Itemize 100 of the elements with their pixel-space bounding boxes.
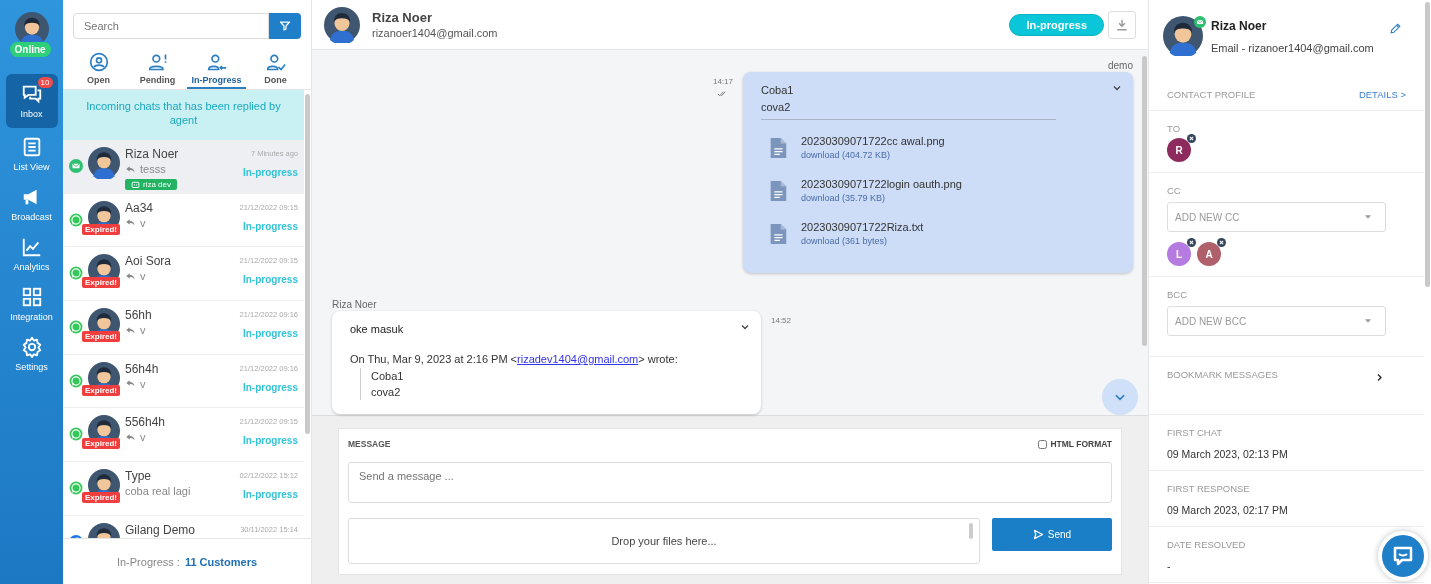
message-time: 14:17 (712, 77, 733, 86)
whatsapp-icon (69, 212, 83, 227)
section-label: TO (1167, 123, 1182, 134)
message-preview: tesss (140, 163, 166, 175)
chat-bubbles-icon (20, 83, 43, 105)
section-label: CONTACT PROFILE (1167, 89, 1256, 100)
robot-icon (131, 180, 140, 189)
file-name: 20230309071722cc awal.png (801, 135, 945, 147)
message-preview: v (140, 270, 146, 283)
status-label: In-progress (242, 435, 298, 447)
message-text: cova2 (761, 100, 792, 115)
section-label: DATE RESOLVED (1167, 539, 1247, 550)
person-check-icon (265, 52, 286, 72)
contact-name: Aoi Sora (125, 254, 173, 269)
envelope-icon (69, 159, 83, 173)
nav-item[interactable]: 10 Inbox (5, 74, 58, 128)
download-link[interactable]: download (404.72 KB) (801, 150, 945, 160)
download-link[interactable]: download (35.79 KB) (801, 193, 962, 203)
close-icon (1219, 240, 1224, 245)
envelope-icon (1194, 16, 1206, 28)
send-button[interactable]: Send (992, 518, 1112, 551)
status-badge: Online (9, 42, 51, 57)
email-link[interactable]: rizadev1404@gmail.com (517, 353, 639, 365)
field-value: 09 March 2023, 02:13 PM (1167, 448, 1289, 460)
line-chart-icon (20, 236, 43, 258)
status-tab[interactable]: Open (69, 48, 128, 89)
message-field[interactable]: Send a message ... (348, 462, 1112, 503)
message-preview: coba real lagi (125, 485, 191, 498)
send-icon (1032, 529, 1044, 540)
expired-badge: Expired! (82, 223, 120, 235)
status-label: In-progress (242, 274, 298, 286)
nav-item[interactable]: Integration (5, 280, 58, 328)
whatsapp-icon (69, 481, 83, 496)
scrollbar[interactable] (305, 94, 310, 434)
details-link[interactable]: DETAILS > (1358, 89, 1406, 100)
grid-icon (20, 286, 43, 308)
quoted-text: Coba1 (371, 369, 405, 384)
status-label: In-progress (242, 220, 298, 232)
status-tab[interactable]: Done (246, 48, 305, 89)
remove-button[interactable] (1187, 238, 1196, 247)
remove-button[interactable] (1187, 134, 1196, 143)
contact-name: Aa34 (125, 200, 155, 215)
file-dropzone[interactable]: Drop your files here... (348, 518, 980, 564)
expired-badge: Expired! (82, 438, 120, 450)
file-name: 20230309071722Riza.txt (801, 221, 924, 233)
contact-name: 56h4h (125, 361, 160, 376)
status-label: In-progress (242, 489, 298, 501)
pencil-icon[interactable] (1389, 22, 1402, 35)
nav-item[interactable]: Analytics (5, 230, 58, 278)
remove-button[interactable] (1217, 238, 1226, 247)
section-label: FIRST RESPONSE (1167, 483, 1251, 494)
message-preview: v (140, 431, 146, 444)
search-field[interactable]: Search (73, 13, 269, 39)
contact-email: Email - rizanoer1404@gmail.com (1211, 42, 1375, 54)
filter-button[interactable] (269, 13, 301, 39)
message-preview: v (140, 216, 146, 229)
customer-count: 11 Customers (184, 555, 258, 568)
download-link[interactable]: download (361 bytes) (801, 236, 924, 246)
status-tab[interactable]: Pending (128, 48, 187, 89)
settings-icon (20, 336, 43, 358)
filter-icon (279, 20, 291, 32)
info-banner: Incoming chats that has been replied by agent (63, 90, 304, 140)
nav-item[interactable]: List View (5, 130, 58, 178)
contact-name: Riza Noer (372, 10, 433, 25)
footer-label: In-Progress : (116, 555, 180, 568)
whatsapp-icon (69, 427, 83, 442)
expired-badge: Expired! (82, 331, 120, 343)
whatsapp-icon (69, 266, 83, 281)
html-format-checkbox[interactable] (1038, 439, 1048, 449)
avatar (88, 147, 120, 179)
scrollbar[interactable] (1142, 56, 1147, 346)
nav-item[interactable]: Settings (5, 330, 58, 378)
count-badge: 10 (37, 77, 53, 88)
contact-name: Riza Noer (1211, 19, 1268, 33)
message-preview: v (140, 377, 146, 390)
status-label: In-progress (243, 167, 298, 178)
contact-name: 556h4h (125, 415, 167, 430)
expired-badge: Expired! (82, 492, 120, 504)
chevron-right-icon (1375, 373, 1384, 382)
field-label: MESSAGE (348, 439, 391, 449)
checkbox-label: HTML FORMAT (1050, 439, 1112, 449)
avatar (324, 6, 360, 43)
chat-bubble-icon (1391, 544, 1415, 568)
agent-tag: riza dev (125, 179, 177, 190)
person-alert-icon (147, 52, 168, 72)
contact-name: Type (125, 469, 152, 484)
whatsapp-icon (69, 373, 83, 388)
quote-header: On Thu, Mar 9, 2023 at 2:16 PM <rizadev1404@gmail.com> wrote: (350, 353, 679, 365)
message-text: Coba1 (761, 83, 795, 98)
nav-item[interactable]: Broadcast (5, 180, 58, 228)
status-label: In-progress (242, 328, 298, 340)
download-icon (1115, 17, 1129, 32)
section-label: CC (1167, 185, 1182, 196)
field-value: 09 March 2023, 02:17 PM (1167, 504, 1289, 516)
sender-name: Riza Noer (332, 299, 378, 310)
sender-name: demo (1108, 60, 1133, 71)
scrollbar[interactable] (1425, 2, 1430, 287)
whatsapp-icon (69, 320, 83, 335)
contact-name: 56hh (125, 308, 153, 323)
close-icon (1189, 240, 1194, 245)
